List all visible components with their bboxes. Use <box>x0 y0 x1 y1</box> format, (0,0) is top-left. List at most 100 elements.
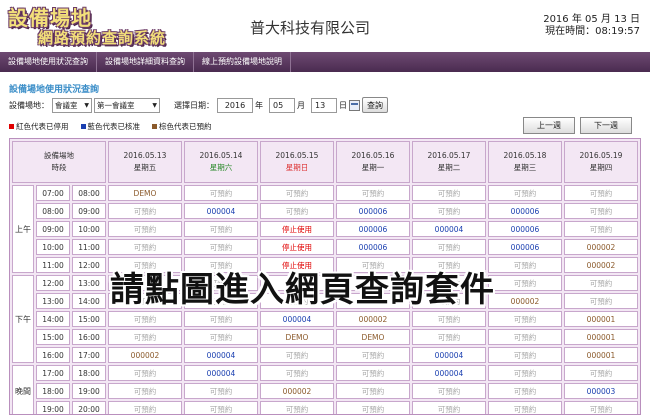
booking-cell[interactable]: 000006 <box>488 221 562 237</box>
query-button[interactable]: 查詢 <box>362 97 388 113</box>
day-input[interactable]: 13 <box>311 97 337 113</box>
booking-cell[interactable]: 000002 <box>564 257 638 273</box>
booking-cell[interactable]: 000006 <box>336 203 410 219</box>
booking-cell[interactable]: 000004 <box>412 221 486 237</box>
booking-cell[interactable]: 可預約 <box>260 401 334 414</box>
prev-week-button[interactable]: 上一週 <box>523 117 575 134</box>
booking-cell[interactable]: 000006 <box>336 239 410 255</box>
month-input[interactable]: 05 <box>269 97 295 113</box>
booking-cell[interactable]: 可預約 <box>108 203 182 219</box>
booking-cell[interactable]: 000004 <box>260 311 334 327</box>
booking-cell[interactable]: 可預約 <box>564 203 638 219</box>
booking-cell[interactable]: 可預約 <box>412 401 486 414</box>
booking-cell[interactable]: 000004 <box>412 347 486 363</box>
booking-cell[interactable]: 可預約 <box>564 293 638 309</box>
booking-cell[interactable]: 000001 <box>564 347 638 363</box>
booking-cell[interactable]: DEMO <box>336 329 410 345</box>
booking-cell[interactable]: 可預約 <box>336 401 410 414</box>
booking-cell[interactable]: 可預約 <box>488 311 562 327</box>
booking-cell[interactable]: 可預約 <box>488 383 562 399</box>
booking-cell[interactable]: 可預約 <box>108 383 182 399</box>
nav-tab-venue-details[interactable]: 設備場地詳細資料查詢 <box>97 52 194 72</box>
slot-start: 15:00 <box>36 329 70 345</box>
booking-cell[interactable]: 000003 <box>564 383 638 399</box>
booking-cell[interactable]: 可預約 <box>108 311 182 327</box>
booking-cell[interactable]: 可預約 <box>108 365 182 381</box>
slot-end: 16:00 <box>72 329 106 345</box>
booking-cell[interactable]: 可預約 <box>184 383 258 399</box>
booking-cell[interactable]: 可預約 <box>564 221 638 237</box>
booking-cell[interactable]: 可預約 <box>336 347 410 363</box>
slot-end: 08:00 <box>72 185 106 201</box>
booking-cell[interactable]: 可預約 <box>108 239 182 255</box>
date-label: 選擇日期： <box>174 100 214 110</box>
year-input[interactable]: 2016 <box>217 97 253 113</box>
booking-cell[interactable]: 000002 <box>108 347 182 363</box>
booking-cell[interactable]: DEMO <box>108 185 182 201</box>
booking-cell[interactable]: 000004 <box>184 347 258 363</box>
booking-cell[interactable]: 可預約 <box>184 329 258 345</box>
booking-cell[interactable]: 可預約 <box>488 275 562 291</box>
year-unit: 年 <box>255 100 263 110</box>
header-day: 2016.05.19 星期四 <box>564 141 638 183</box>
booking-cell[interactable]: 可預約 <box>412 329 486 345</box>
slot-end: 20:00 <box>72 401 106 414</box>
booking-cell[interactable]: 可預約 <box>488 329 562 345</box>
booking-cell[interactable]: 000006 <box>488 203 562 219</box>
current-time: 現在時間：08:19:57 <box>545 26 640 37</box>
booking-cell[interactable]: 000006 <box>336 221 410 237</box>
booking-cell[interactable]: 可預約 <box>564 185 638 201</box>
booking-cell[interactable]: 可預約 <box>412 383 486 399</box>
booking-cell[interactable]: 可預約 <box>260 203 334 219</box>
booking-cell[interactable]: 可預約 <box>412 239 486 255</box>
booking-cell[interactable]: 可預約 <box>336 185 410 201</box>
booking-cell[interactable]: DEMO <box>260 329 334 345</box>
booking-cell[interactable]: 可預約 <box>488 365 562 381</box>
calendar-icon[interactable] <box>349 99 360 111</box>
booking-cell[interactable]: 可預約 <box>488 401 562 414</box>
booking-cell[interactable]: 停止使用 <box>260 221 334 237</box>
booking-cell[interactable]: 可預約 <box>336 383 410 399</box>
booking-cell[interactable]: 可預約 <box>336 365 410 381</box>
booking-cell[interactable]: 可預約 <box>184 221 258 237</box>
booking-cell[interactable]: 可預約 <box>108 401 182 414</box>
booking-cell[interactable]: 可預約 <box>260 365 334 381</box>
booking-cell[interactable]: 000004 <box>412 365 486 381</box>
month-unit: 月 <box>297 100 305 110</box>
booking-cell[interactable]: 可預約 <box>488 347 562 363</box>
booking-cell[interactable]: 000002 <box>336 311 410 327</box>
booking-cell[interactable]: 可預約 <box>184 185 258 201</box>
booking-cell[interactable]: 停止使用 <box>260 239 334 255</box>
booking-cell[interactable]: 可預約 <box>184 311 258 327</box>
booking-cell[interactable]: 000004 <box>184 365 258 381</box>
booking-cell[interactable]: 000004 <box>184 203 258 219</box>
booking-cell[interactable]: 000001 <box>564 329 638 345</box>
booking-cell[interactable]: 可預約 <box>108 329 182 345</box>
promo-banner[interactable]: 請點圖進入網頁查詢套件 <box>110 262 495 311</box>
booking-cell[interactable]: 000002 <box>564 239 638 255</box>
booking-cell[interactable]: 可預約 <box>260 347 334 363</box>
booking-cell[interactable]: 000006 <box>488 239 562 255</box>
booking-cell[interactable]: 可預約 <box>260 185 334 201</box>
booking-cell[interactable]: 可預約 <box>488 257 562 273</box>
venue-name-select[interactable]: 第一會議室 ▼ <box>94 97 160 113</box>
booking-cell[interactable]: 000002 <box>488 293 562 309</box>
slot-end: 12:00 <box>72 257 106 273</box>
booking-cell[interactable]: 可預約 <box>564 401 638 414</box>
booking-cell[interactable]: 可預約 <box>412 203 486 219</box>
next-week-button[interactable]: 下一週 <box>580 117 632 134</box>
booking-cell[interactable]: 可預約 <box>412 185 486 201</box>
booking-cell[interactable]: 可預約 <box>564 275 638 291</box>
booking-cell[interactable]: 可預約 <box>412 311 486 327</box>
booking-cell[interactable]: 可預約 <box>108 221 182 237</box>
booking-cell[interactable]: 可預約 <box>564 365 638 381</box>
nav-tab-booking-guide[interactable]: 線上預約設備場地說明 <box>194 52 291 72</box>
period-label: 晚間 <box>12 365 34 414</box>
booking-cell[interactable]: 可預約 <box>184 401 258 414</box>
venue-type-select[interactable]: 會議室 ▼ <box>52 97 92 113</box>
booking-cell[interactable]: 可預約 <box>184 239 258 255</box>
booking-cell[interactable]: 000002 <box>260 383 334 399</box>
booking-cell[interactable]: 可預約 <box>488 185 562 201</box>
nav-tab-usage-status[interactable]: 設備場地使用狀況查詢 <box>0 52 97 72</box>
booking-cell[interactable]: 000001 <box>564 311 638 327</box>
